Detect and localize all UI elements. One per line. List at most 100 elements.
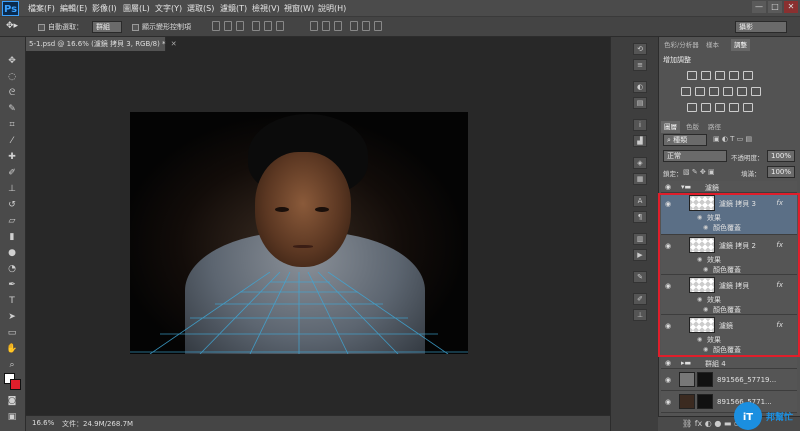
menu-file[interactable]: 檔案(F) — [28, 3, 55, 14]
portrait-photo[interactable] — [130, 112, 468, 354]
document-size[interactable]: 文件：24.9M/268.7M — [62, 419, 133, 429]
fill-input[interactable]: 100% — [767, 166, 795, 178]
tab-layers[interactable]: 圖層 — [661, 121, 680, 133]
swatches-panel-icon[interactable]: ▦ — [633, 173, 647, 185]
adjustments-panel-icon[interactable]: ◐ — [633, 81, 647, 93]
properties-panel-icon[interactable]: ≡ — [633, 59, 647, 71]
tab-adjustments[interactable]: 調整 — [731, 39, 750, 51]
history-panel-icon[interactable]: ⟲ — [633, 43, 647, 55]
menu-type[interactable]: 文字(Y) — [155, 3, 182, 14]
tab-swatches[interactable]: 樣本 — [703, 39, 722, 51]
quick-select-tool-icon[interactable]: ✎ — [5, 103, 19, 115]
channel-mixer-adjust-icon[interactable] — [737, 87, 747, 96]
gradient-tool-icon[interactable]: ▮ — [5, 231, 19, 243]
navigator-panel-icon[interactable]: ◈ — [633, 157, 647, 169]
menu-select[interactable]: 選取(S) — [187, 3, 214, 14]
auto-select-checkbox[interactable]: 自動選取： — [38, 22, 83, 32]
distribute-right-icon[interactable] — [374, 21, 382, 31]
eyedropper-tool-icon[interactable]: ⁄ — [5, 135, 19, 147]
brush-panel-icon[interactable]: ✐ — [633, 293, 647, 305]
healing-brush-tool-icon[interactable]: ✚ — [5, 151, 19, 163]
eraser-tool-icon[interactable]: ▱ — [5, 215, 19, 227]
zoom-level[interactable]: 16.6% — [32, 419, 54, 427]
menu-edit[interactable]: 編輯(E) — [60, 3, 87, 14]
opacity-input[interactable]: 100% — [767, 150, 795, 162]
menu-help[interactable]: 說明(H) — [318, 3, 346, 14]
blur-tool-icon[interactable]: ● — [5, 247, 19, 259]
blend-mode-dropdown[interactable]: 正常 — [663, 150, 727, 162]
character-panel-icon[interactable]: A — [633, 195, 647, 207]
distribute-vcenter-icon[interactable] — [322, 21, 330, 31]
maximize-button[interactable]: □ — [768, 1, 782, 13]
layer-group-row[interactable]: ◉ ▾▬ 濾鏡 — [661, 181, 797, 193]
tab-paths[interactable]: 路徑 — [705, 121, 724, 133]
black-white-adjust-icon[interactable] — [709, 87, 719, 96]
visibility-eye-icon[interactable]: ◉ — [665, 376, 675, 384]
crop-tool-icon[interactable]: ⌗ — [5, 119, 19, 131]
layer-comps-panel-icon[interactable]: ▥ — [633, 233, 647, 245]
hue-saturation-adjust-icon[interactable] — [681, 87, 691, 96]
workspace-dropdown[interactable]: 攝影 — [735, 21, 787, 33]
tab-channels[interactable]: 色版 — [683, 121, 702, 133]
layer-kind-filter[interactable]: ⌕ 種類 — [663, 134, 707, 146]
align-hcenter-icon[interactable] — [264, 21, 272, 31]
visibility-eye-icon[interactable]: ◉ — [665, 398, 675, 406]
vibrance-adjust-icon[interactable] — [743, 71, 753, 80]
visibility-eye-icon[interactable]: ◉ — [665, 183, 675, 191]
actions-panel-icon[interactable]: ▶ — [633, 249, 647, 261]
align-left-icon[interactable] — [252, 21, 260, 31]
align-bottom-icon[interactable] — [236, 21, 244, 31]
auto-select-dropdown[interactable]: 群組 — [92, 21, 122, 33]
type-tool-icon[interactable]: T — [5, 295, 19, 307]
pen-tool-icon[interactable]: ✒ — [5, 279, 19, 291]
quick-mask-icon[interactable]: ◙ — [5, 395, 19, 407]
exposure-adjust-icon[interactable] — [729, 71, 739, 80]
color-balance-adjust-icon[interactable] — [695, 87, 705, 96]
dodge-tool-icon[interactable]: ◔ — [5, 263, 19, 275]
document-tab[interactable]: 5-1.psd @ 16.6% (濾鏡 拷貝 3, RGB/8) * ✕ — [26, 37, 177, 51]
brush-tool-icon[interactable]: ✐ — [5, 167, 19, 179]
info-panel-icon[interactable]: i — [633, 119, 647, 131]
screen-mode-icon[interactable]: ▣ — [5, 411, 19, 423]
layer-row[interactable]: ◉ 891566_57719... — [661, 369, 797, 391]
background-color-swatch[interactable] — [10, 379, 21, 390]
minimize-button[interactable]: — — [752, 1, 766, 13]
paragraph-panel-icon[interactable]: ¶ — [633, 211, 647, 223]
levels-adjust-icon[interactable] — [701, 71, 711, 80]
menu-view[interactable]: 檢視(V) — [252, 3, 280, 14]
clone-stamp-tool-icon[interactable]: ⊥ — [5, 183, 19, 195]
visibility-eye-icon[interactable]: ◉ — [665, 359, 675, 367]
clone-source-panel-icon[interactable]: ⊥ — [633, 309, 647, 321]
marquee-tool-icon[interactable]: ◌ — [5, 71, 19, 83]
invert-adjust-icon[interactable] — [687, 103, 697, 112]
history-brush-tool-icon[interactable]: ↺ — [5, 199, 19, 211]
menu-filter[interactable]: 濾鏡(T) — [220, 3, 247, 14]
close-button[interactable]: ✕ — [784, 1, 798, 13]
align-vcenter-icon[interactable] — [224, 21, 232, 31]
lock-icons[interactable]: ▧ ✎ ✥ ▣ — [683, 168, 715, 176]
distribute-top-icon[interactable] — [310, 21, 318, 31]
selective-color-adjust-icon[interactable] — [743, 103, 753, 112]
align-top-icon[interactable] — [212, 21, 220, 31]
menu-window[interactable]: 視窗(W) — [284, 3, 314, 14]
align-right-icon[interactable] — [276, 21, 284, 31]
layer-filter-icons[interactable]: ▣ ◐ T ▭ ▤ — [713, 135, 752, 143]
close-tab-icon[interactable]: ✕ — [171, 40, 177, 48]
hand-tool-icon[interactable]: ✋ — [5, 343, 19, 355]
path-select-tool-icon[interactable]: ➤ — [5, 311, 19, 323]
show-transform-checkbox[interactable]: 顯示變形控制項 — [132, 22, 191, 32]
curves-adjust-icon[interactable] — [715, 71, 725, 80]
brightness-adjust-icon[interactable] — [687, 71, 697, 80]
distribute-hcenter-icon[interactable] — [362, 21, 370, 31]
move-tool-icon[interactable]: ✥ — [5, 55, 19, 67]
distribute-bottom-icon[interactable] — [334, 21, 342, 31]
menu-image[interactable]: 影像(I) — [92, 3, 117, 14]
distribute-left-icon[interactable] — [350, 21, 358, 31]
move-tool-preset-icon[interactable]: ✥▸ — [6, 21, 18, 31]
threshold-adjust-icon[interactable] — [715, 103, 725, 112]
zoom-tool-icon[interactable]: ⌕ — [5, 359, 19, 371]
tool-presets-panel-icon[interactable]: ✎ — [633, 271, 647, 283]
histogram-panel-icon[interactable]: ▟ — [633, 135, 647, 147]
menu-layer[interactable]: 圖層(L) — [123, 3, 150, 14]
photo-filter-adjust-icon[interactable] — [723, 87, 733, 96]
